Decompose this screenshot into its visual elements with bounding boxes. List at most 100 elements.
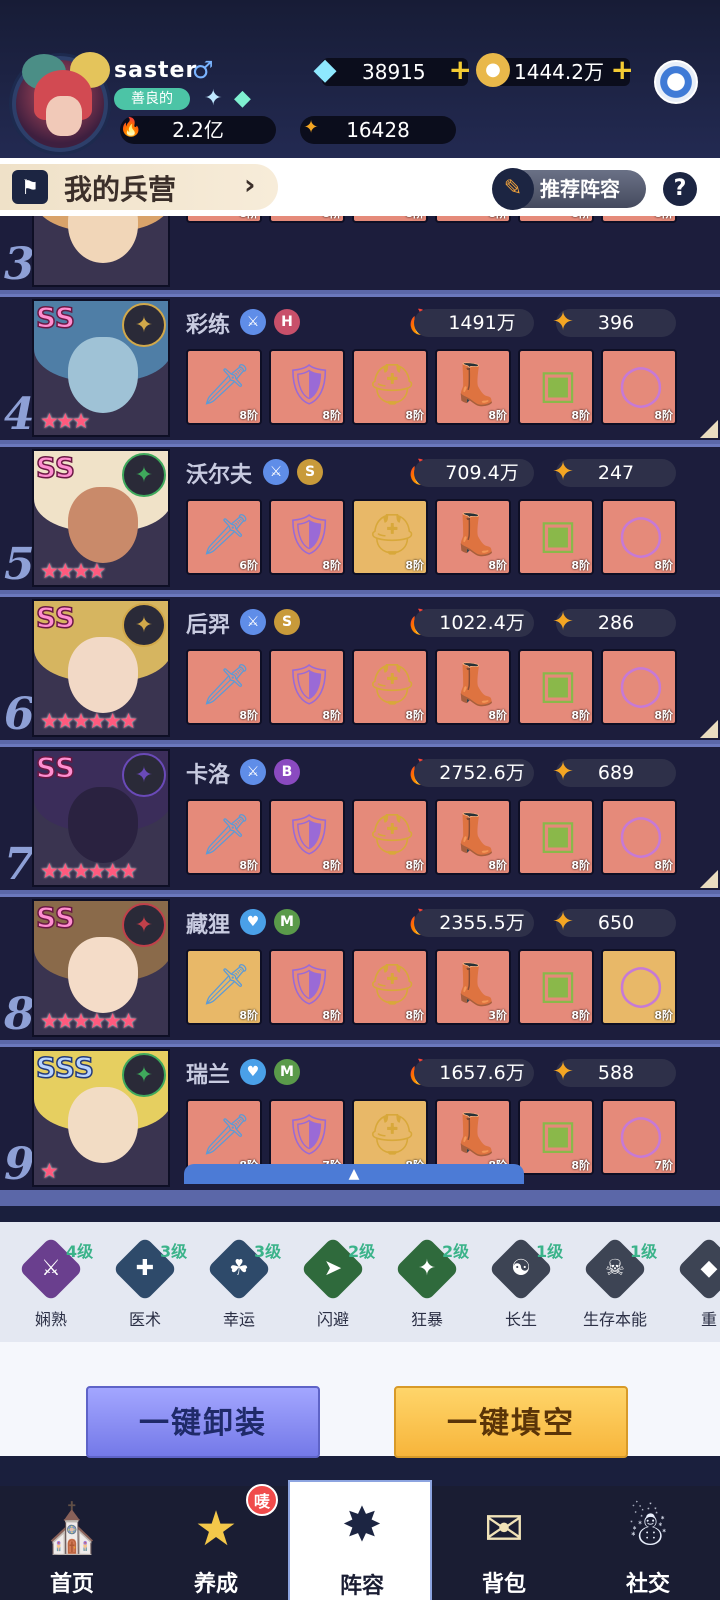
hero-portrait[interactable]: SS ✦ ★★★★★★ [32, 749, 170, 887]
settings-gear-icon[interactable] [654, 60, 698, 104]
equipment-slot[interactable]: ⛑ 8阶 [352, 649, 428, 725]
equipment-icon: 🛡 [283, 512, 335, 558]
hero-row[interactable]: 7 SS ✦ ★★★★★★ 卡洛⚔B🔥2752.6万689✦ 🗡 8阶 🛡 8阶… [0, 744, 720, 890]
skill-item[interactable]: ☯ 1级 长生 [484, 1236, 574, 1330]
equipment-slot[interactable]: ⛑ 8阶 [352, 949, 428, 1025]
tab-home[interactable]: ⛪ 首页 [0, 1486, 144, 1600]
equipment-slot[interactable]: ⛑ 8阶 [352, 349, 428, 425]
equipment-slot[interactable]: 👢 3阶 [435, 949, 511, 1025]
help-button[interactable]: ? [663, 172, 697, 206]
equipment-slot[interactable]: ◯ 8阶 [601, 649, 677, 725]
equipment-slot[interactable]: ◯ 8阶 [601, 349, 677, 425]
skill-item[interactable]: ➤ 2级 闪避 [296, 1236, 386, 1330]
equipment-level: 8阶 [239, 859, 258, 872]
skill-item[interactable]: ☠ 1级 生存本能 [578, 1236, 668, 1330]
hero-row[interactable]: 8 SS ✦ ★★★★★★ 藏狸♥M🔥2355.5万650✦ 🗡 8阶 🛡 8阶… [0, 894, 720, 1040]
skill-bar[interactable]: ⚔ 4级 娴熟 ✚ 3级 医术 ☘ 3级 幸运 ➤ 2级 闪避 ✦ 2级 狂暴 … [0, 1222, 720, 1342]
equipment-slot[interactable]: 🗡 8阶 [186, 799, 262, 875]
hero-row[interactable]: 3 🗡 8阶 🛡 8阶 ⛑ 8阶 👢 8阶 ▣ 8阶 ◯ 8阶 [0, 216, 720, 290]
equipment-icon: ⛑ [366, 1112, 418, 1158]
equipment-slot[interactable]: 🛡 8阶 [269, 949, 345, 1025]
auto-fill-button[interactable]: 一键填空 [394, 1386, 628, 1458]
equipment-slot[interactable]: 🛡 8阶 [269, 216, 345, 223]
equipment-slot[interactable]: ▣ 8阶 [518, 799, 594, 875]
hero-row[interactable]: 6 SS ✦ ★★★★★★ 后羿⚔S🔥1022.4万286✦ 🗡 8阶 🛡 8阶… [0, 594, 720, 740]
equipment-slot[interactable]: ◯ 8阶 [601, 499, 677, 575]
compass-star-icon: ✦ [552, 307, 574, 337]
hero-row[interactable]: 4 SS ✦ ★★★ 彩练⚔H🔥1491万396✦ 🗡 8阶 🛡 8阶 ⛑ 8阶… [0, 294, 720, 440]
equipment-level: 8阶 [239, 216, 258, 221]
equipment-slot[interactable]: ⛑ 8阶 [352, 499, 428, 575]
equipment-slot[interactable]: ▣ 8阶 [518, 649, 594, 725]
equipment-level: 8阶 [405, 859, 424, 872]
equipment-slot[interactable]: 👢 8阶 [435, 349, 511, 425]
player-avatar[interactable] [12, 52, 110, 152]
recommend-lineup-button[interactable]: ✎ 推荐阵容 [492, 168, 646, 210]
hero-portrait[interactable]: SS ✦ ★★★★ [32, 449, 170, 587]
equipment-level: 8阶 [571, 1009, 590, 1022]
equipment-slot[interactable]: 🗡 8阶 [186, 949, 262, 1025]
star-icon: ★ [194, 1501, 238, 1557]
type-badge: B [274, 759, 300, 785]
skill-item[interactable]: ◆ 重 [672, 1236, 720, 1330]
equipment-slot[interactable]: ▣ 8阶 [518, 1099, 594, 1175]
skill-item[interactable]: ✚ 3级 医术 [108, 1236, 198, 1330]
unequip-all-button[interactable]: 一键卸装 [86, 1386, 320, 1458]
hero-portrait[interactable]: SS ✦ ★★★★★★ [32, 899, 170, 1037]
add-gold-button[interactable]: + [611, 56, 634, 84]
hero-portrait[interactable] [32, 216, 170, 287]
equipment-level: 8阶 [654, 709, 673, 722]
equipment-level: 8阶 [488, 559, 507, 572]
equipment-slot[interactable]: ◯ 7阶 [601, 1099, 677, 1175]
shuriken-icon: ✸ [341, 1497, 383, 1553]
star-rating: ★★★★ [40, 559, 106, 583]
equipment-slot[interactable]: 🛡 8阶 [269, 349, 345, 425]
equipment-icon: ▣ [539, 362, 577, 408]
equipment-slot[interactable]: 🗡 8阶 [186, 349, 262, 425]
collapse-handle[interactable]: ▲ [184, 1164, 524, 1184]
hero-portrait[interactable]: SS ✦ ★★★★★★ [32, 599, 170, 737]
tab-social[interactable]: ☃ 社交 [576, 1486, 720, 1600]
type-badge: H [274, 309, 300, 335]
equipment-slot[interactable]: 👢 8阶 [435, 499, 511, 575]
equipment-icon: 🗡 [200, 962, 252, 1008]
equipment-slot[interactable]: ▣ 8阶 [518, 949, 594, 1025]
equipment-slot[interactable]: 🛡 8阶 [269, 499, 345, 575]
player-title-badge: 善良的 [114, 88, 190, 110]
add-diamond-button[interactable]: + [449, 56, 472, 84]
skill-item[interactable]: ✦ 2级 狂暴 [390, 1236, 480, 1330]
hero-row[interactable]: 5 SS ✦ ★★★★ 沃尔夫⚔S🔥709.4万247✦ 🗡 6阶 🛡 8阶 ⛑… [0, 444, 720, 590]
rank-number: 6 [4, 689, 35, 740]
hero-name: 卡洛 [186, 762, 231, 788]
equipment-slot[interactable]: 🗡 6阶 [186, 499, 262, 575]
tab-bag[interactable]: ✉ 背包 [432, 1486, 576, 1600]
equipment-slot[interactable]: ⛑ 8阶 [352, 216, 428, 223]
equipment-level: 8阶 [654, 409, 673, 422]
compass-star-icon: ✦ [552, 757, 574, 787]
skill-item[interactable]: ☘ 3级 幸运 [202, 1236, 292, 1330]
equipment-slot[interactable]: ⛑ 8阶 [352, 799, 428, 875]
equipment-slot[interactable]: 🗡 8阶 [186, 649, 262, 725]
equipment-slot[interactable]: ▣ 8阶 [518, 499, 594, 575]
equipment-slot[interactable]: ◯ 8阶 [601, 949, 677, 1025]
hero-portrait[interactable]: SSS ✦ ★ [32, 1049, 170, 1187]
skill-item[interactable]: ⚔ 4级 娴熟 [14, 1236, 104, 1330]
barracks-header[interactable]: ⚑ 我的兵营 › [0, 164, 278, 210]
skill-level: 4级 [66, 1242, 94, 1261]
tab-lineup[interactable]: ✸ 阵容 [288, 1480, 432, 1600]
hero-list[interactable]: 3 🗡 8阶 🛡 8阶 ⛑ 8阶 👢 8阶 ▣ 8阶 ◯ 8阶 4 SS ✦ ★… [0, 216, 720, 1206]
equipment-slot[interactable]: 👢 8阶 [435, 649, 511, 725]
equipment-slot[interactable]: 🛡 8阶 [269, 799, 345, 875]
equipment-slot[interactable]: 🗡 8阶 [186, 216, 262, 223]
skill-level: 3级 [254, 1242, 282, 1261]
equipment-slot[interactable]: 🛡 8阶 [269, 649, 345, 725]
equipment-slot[interactable]: ▣ 8阶 [518, 349, 594, 425]
equipment-slot[interactable]: 👢 8阶 [435, 216, 511, 223]
equipment-slot[interactable]: ▣ 8阶 [518, 216, 594, 223]
equipment-slot[interactable]: 👢 8阶 [435, 799, 511, 875]
skill-name: 娴熟 [34, 1310, 67, 1329]
hero-portrait[interactable]: SS ✦ ★★★ [32, 299, 170, 437]
skill-level: 2级 [348, 1242, 376, 1261]
equipment-slot[interactable]: ◯ 8阶 [601, 216, 677, 223]
equipment-slot[interactable]: ◯ 8阶 [601, 799, 677, 875]
